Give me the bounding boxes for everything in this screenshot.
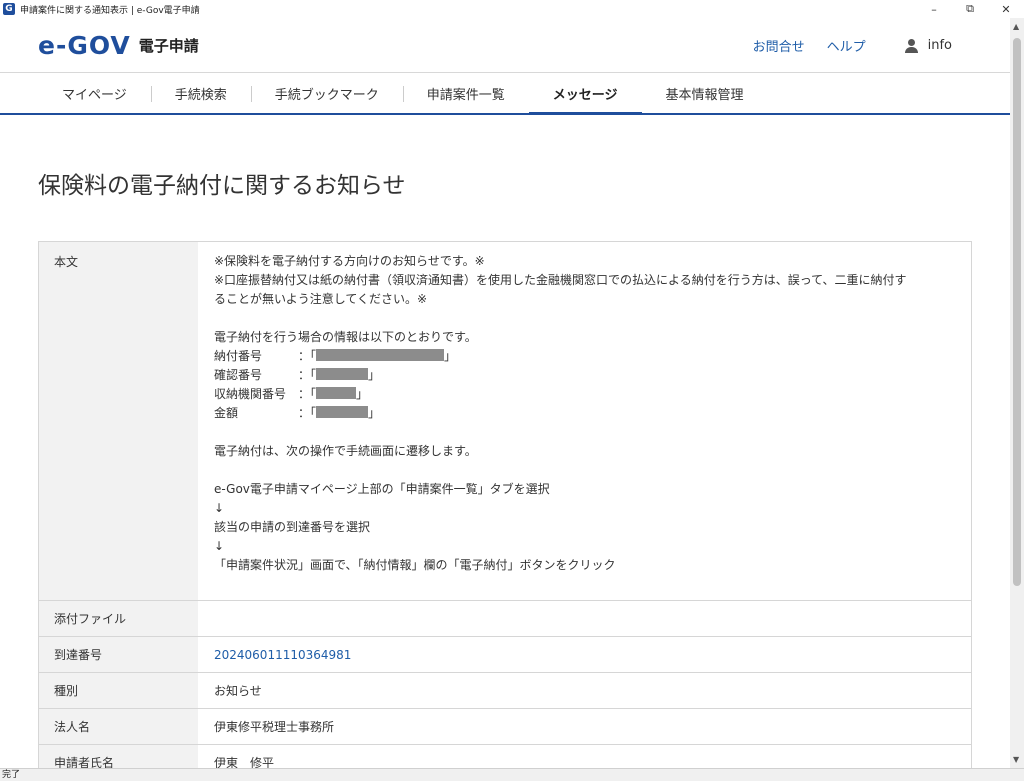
type-value: お知らせ (214, 684, 262, 698)
site-header: e-GOV 電子申請 お問合せ ヘルプ info (0, 18, 1010, 72)
redaction-block (316, 406, 369, 418)
step-line: 該当の申請の到達番号を選択 (214, 520, 371, 534)
payment-number-label: 納付番号 (214, 349, 263, 363)
page-title: 保険料の電子納付に関するお知らせ (38, 173, 406, 199)
payment-field-row: 確認番号 ：「」 (214, 366, 957, 385)
logo-subtitle: 電子申請 (138, 37, 199, 55)
nav-basic-info[interactable]: 基本情報管理 (642, 73, 768, 113)
restore-button[interactable]: ⧉ (952, 0, 988, 18)
detail-row-corporation: 法人名 伊東修平税理士事務所 (39, 709, 971, 745)
scroll-down-icon[interactable]: ▼ (1013, 755, 1019, 764)
window-title-bar: G 申請案件に関する通知表示 | e-Gov電子申請 – ⧉ ✕ (0, 0, 1024, 18)
contact-link[interactable]: お問合せ (753, 36, 805, 55)
arrival-number-label: 到達番号 (39, 637, 198, 672)
type-label: 種別 (39, 673, 198, 708)
app-icon: G (3, 3, 15, 15)
body-line: ※保険料を電子納付する方向けのお知らせです。※ (214, 254, 485, 268)
nav-mypage[interactable]: マイページ (38, 73, 151, 113)
message-detail-table: 本文 ※保険料を電子納付する方向けのお知らせです。※ ※口座振替納付又は紙の納付… (38, 241, 972, 781)
detail-row-arrival-number: 到達番号 202406011110364981 (39, 637, 971, 673)
logo-mark: e-GOV (38, 31, 131, 60)
body-content: ※保険料を電子納付する方向けのお知らせです。※ ※口座振替納付又は紙の納付書（領… (198, 242, 971, 600)
user-menu[interactable]: info (904, 38, 952, 54)
main-nav: マイページ 手続検索 手続ブックマーク 申請案件一覧 メッセージ 基本情報管理 (0, 72, 1010, 115)
body-line: 電子納付を行う場合の情報は以下のとおりです。 (214, 330, 477, 344)
header-links: お問合せ ヘルプ info (753, 36, 952, 55)
user-icon (904, 38, 920, 54)
window-controls: – ⧉ ✕ (916, 0, 1024, 18)
window-title: 申請案件に関する通知表示 | e-Gov電子申請 (20, 5, 200, 16)
close-button[interactable]: ✕ (988, 0, 1024, 18)
payment-field-row: 収納機関番号 ：「」 (214, 385, 957, 404)
vertical-scrollbar[interactable]: ▲ ▼ (1010, 18, 1024, 768)
attachment-value (198, 601, 971, 636)
nav-procedure-bookmark[interactable]: 手続ブックマーク (250, 73, 403, 113)
body-line: ※口座振替納付又は紙の納付書（領収済通知書）を使用した金融機関窓口での払込による… (214, 273, 907, 287)
detail-row-type: 種別 お知らせ (39, 673, 971, 709)
scroll-thumb[interactable] (1013, 38, 1021, 586)
detail-row-attachment: 添付ファイル (39, 601, 971, 637)
body-label: 本文 (39, 242, 198, 600)
arrow-down-icon: ↓ (214, 539, 225, 553)
redaction-block (316, 368, 369, 380)
payment-field-row: 金額 ：「」 (214, 404, 957, 423)
amount-label: 金額 (214, 406, 239, 420)
nav-messages[interactable]: メッセージ (528, 73, 642, 115)
step-line: 「申請案件状況」画面で、「納付情報」欄の「電子納付」ボタンをクリック (214, 558, 616, 572)
arrival-number-link[interactable]: 202406011110364981 (214, 648, 351, 662)
egov-logo[interactable]: e-GOV 電子申請 (38, 31, 199, 60)
redaction-block (316, 349, 445, 361)
payment-field-row: 納付番号 ：「」 (214, 347, 957, 366)
user-name: info (927, 38, 952, 53)
arrow-down-icon: ↓ (214, 501, 225, 515)
institution-number-label: 収納機関番号 (214, 387, 287, 401)
detail-row-body: 本文 ※保険料を電子納付する方向けのお知らせです。※ ※口座振替納付又は紙の納付… (39, 242, 971, 601)
nav-procedure-search[interactable]: 手続検索 (150, 73, 251, 113)
scroll-up-icon[interactable]: ▲ (1013, 22, 1019, 31)
corporation-label: 法人名 (39, 709, 198, 744)
body-line: 電子納付は、次の操作で手続画面に遷移します。 (214, 444, 477, 458)
step-line: e-Gov電子申請マイページ上部の「申請案件一覧」タブを選択 (214, 482, 550, 496)
help-link[interactable]: ヘルプ (827, 36, 866, 55)
attachment-label: 添付ファイル (39, 601, 198, 636)
corporation-value: 伊東修平税理士事務所 (214, 720, 335, 734)
minimize-button[interactable]: – (916, 0, 952, 18)
status-bar: 完了 (0, 768, 1024, 781)
redaction-block (316, 387, 357, 399)
confirmation-number-label: 確認番号 (214, 368, 263, 382)
nav-application-list[interactable]: 申請案件一覧 (402, 73, 529, 113)
body-line: ることが無いよう注意してください。※ (214, 292, 428, 306)
